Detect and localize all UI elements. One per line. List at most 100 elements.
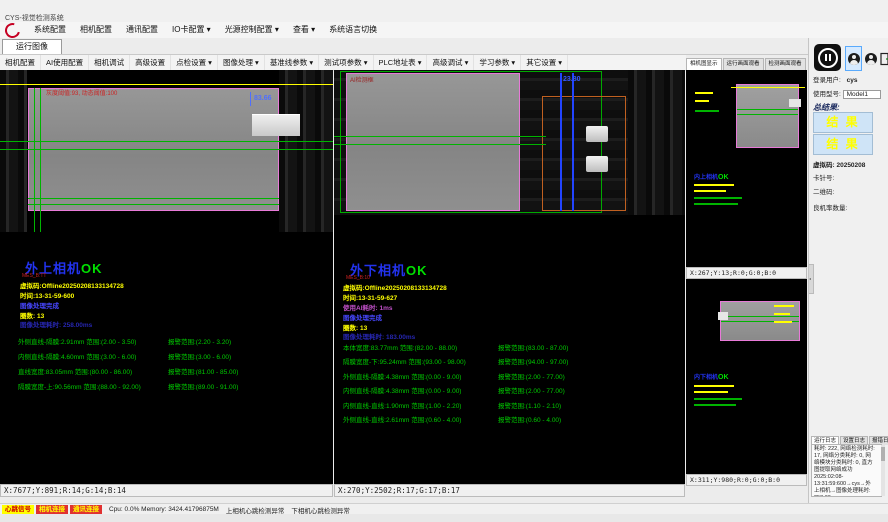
measurement-text: 本体宽度:83.77mm 范围:(82.00 - 88.00): [343, 342, 457, 352]
measurement-text: 外侧直线-隔膜:4.38mm 范围:(0.00 - 9.00): [343, 371, 461, 381]
tool-other-settings[interactable]: 其它设置 ▾: [521, 55, 568, 70]
barcode-row: 虚拟码: 20250208: [813, 159, 865, 169]
tab-detect-view[interactable]: 检测画面观看: [765, 58, 806, 70]
model-select[interactable]: Model1: [843, 90, 881, 99]
ai-box-label: AI检测框: [350, 75, 374, 84]
menu-language-switch[interactable]: 系统语言切换: [322, 22, 384, 38]
image-right-band: [628, 70, 685, 215]
alarm-range: 报警范围:(2.00 - 77.00): [498, 371, 565, 381]
tool-advanced-debug[interactable]: 高级调试 ▾: [427, 55, 474, 70]
time-line: 时间:13-31-59-627: [343, 292, 397, 302]
camera-image-lower[interactable]: AI检测框 23.80: [334, 70, 685, 215]
elapsed-line: 图像处理耗时: 258.00ms: [20, 319, 92, 329]
toolbar: 相机配置 AI使用配置 相机调试 高级设置 点检设置 ▾ 图像处理 ▾ 基准线参…: [0, 55, 686, 71]
annotation-mark: [694, 404, 736, 406]
measurement-text: 内侧直线-隔膜:4.60mm 范围:(3.00 - 6.00): [18, 351, 136, 361]
log-scrollbar[interactable]: [881, 445, 885, 496]
overlay-green-vline: [40, 88, 41, 232]
ai-time-line: 使用AI耗时: 1ms: [343, 302, 392, 312]
alarm-range: 报警范围:(2.00 - 77.00): [498, 385, 565, 395]
exit-button[interactable]: [878, 46, 888, 71]
qr-code-label: 二维码:: [813, 186, 834, 196]
alarm-range: 报警范围:(0.60 - 4.00): [498, 414, 561, 424]
menu-system-config[interactable]: 系统配置: [27, 22, 73, 38]
pause-button[interactable]: [814, 44, 841, 71]
alarm-range: 报警范围:(89.00 - 91.00): [168, 381, 238, 391]
overlay-green-line: [334, 144, 546, 145]
menu-camera-config[interactable]: 相机配置: [73, 22, 119, 38]
menu-bar: 系统配置 相机配置 通讯配置 IO卡配置 ▾ 光源控制配置 ▾ 查看 ▾ 系统语…: [0, 22, 888, 38]
overlay-green-line: [28, 198, 279, 199]
measurement-text: 直线宽度:83.05mm 范围:(80.00 - 86.00): [18, 366, 132, 376]
tool-baseline-params[interactable]: 基准线参数 ▾: [265, 55, 319, 70]
image-right-band: [279, 70, 333, 232]
user-icon: [865, 53, 877, 65]
result-box-upper: 结 果: [813, 112, 873, 133]
time-line: 时间:13-31-59-600: [20, 290, 74, 300]
tool-camera-debug[interactable]: 相机调试: [89, 55, 130, 70]
operator-button[interactable]: [862, 46, 879, 71]
thumbnail-camera-1[interactable]: 内上相机OK: [686, 70, 807, 267]
login-user-value: cys: [847, 77, 858, 84]
threshold-label: 灰度阈值:93, 动态阈值:100: [46, 88, 117, 97]
tool-test-params[interactable]: 测试项参数 ▾: [319, 55, 373, 70]
tool-plc-address[interactable]: PLC地址表 ▾: [374, 55, 428, 70]
overlay-yellow-line: [731, 87, 805, 88]
thumb-tab-row: 相机图显示 运行画面观看 检测画面观看: [686, 55, 807, 70]
model-row: 使用型号: Model1: [813, 88, 881, 99]
annotation-mark: [694, 184, 734, 186]
connector-tab: [789, 99, 801, 107]
comm-connect-badge: 通讯连接: [70, 505, 102, 514]
process-line: 图像处理完成: [343, 312, 382, 322]
tab-run-image[interactable]: 运行图像: [2, 39, 62, 54]
annotation-mark: [694, 203, 738, 205]
tool-image-processing[interactable]: 图像处理 ▾: [218, 55, 265, 70]
tool-ai-config[interactable]: AI使用配置: [41, 55, 89, 70]
menu-io-config[interactable]: IO卡配置 ▾: [165, 22, 218, 38]
measurement-text: 内侧直线-直线:1.90mm 范围:(1.00 - 2.20): [343, 400, 461, 410]
log-output[interactable]: 耗时: 222, 网络检测耗时: 17, 网络分类耗时: 0, 网络模块分类耗时…: [811, 444, 882, 497]
scrollbar-thumb[interactable]: [881, 447, 885, 461]
annotation-mark: [694, 190, 726, 192]
app-window: CYS-视觉检测系统 系统配置 相机配置 通讯配置 IO卡配置 ▾ 光源控制配置…: [0, 0, 888, 522]
bottom-strip: [0, 514, 888, 522]
overlay-green-line: [737, 114, 798, 115]
tool-spot-check[interactable]: 点检设置 ▾: [171, 55, 218, 70]
collapse-handle[interactable]: ◂: [809, 264, 814, 294]
annotation-mark: [694, 385, 734, 387]
tool-camera-config[interactable]: 相机配置: [0, 55, 41, 70]
heartbeat-badge: 心跳信号: [2, 505, 34, 514]
thumbnail-camera-2[interactable]: 内下相机OK: [686, 279, 807, 474]
overlay-green-line: [334, 136, 546, 137]
tool-learning-params[interactable]: 学习参数 ▾: [474, 55, 521, 70]
login-user-row: 登录用户: cys: [813, 74, 857, 84]
alarm-range: 报警范围:(94.00 - 97.00): [498, 356, 568, 366]
menu-view[interactable]: 查看 ▾: [286, 22, 322, 38]
right-sidebar: 登录用户: cys 使用型号: Model1 总结果: 结 果 结 果 虚拟码:…: [808, 38, 888, 503]
camera-status: OK: [718, 374, 729, 381]
alarm-range: 报警范围:(1.10 - 2.10): [498, 400, 561, 410]
login-user-label: 登录用户:: [813, 77, 841, 84]
tool-advanced-settings[interactable]: 高级设置: [130, 55, 171, 70]
connector-tab: [718, 312, 728, 320]
mes-status: MES_B:10: [346, 275, 370, 281]
pixel-coordinate-bar: X:7677;Y:891;R:14;G:14;B:14: [0, 484, 333, 497]
overlay-blue-mark: [250, 92, 251, 106]
image-left-band: [0, 70, 27, 232]
overlay-blue-vline: [560, 73, 562, 211]
tab-run-view[interactable]: 运行画面观看: [723, 58, 764, 70]
user-button[interactable]: [845, 46, 862, 71]
menu-comm-config[interactable]: 通讯配置: [119, 22, 165, 38]
tab-camera-display[interactable]: 相机图显示: [686, 58, 722, 70]
pin-number-label: 卡针号:: [813, 172, 834, 182]
alarm-range: 报警范围:(81.00 - 85.00): [168, 366, 238, 376]
camera-image-upper[interactable]: 灰度阈值:93, 动态阈值:100 83.66: [0, 70, 333, 232]
menu-light-config[interactable]: 光源控制配置 ▾: [218, 22, 286, 38]
measurement-text: 内侧直线-隔膜:4.38mm 范围:(0.00 - 9.00): [343, 385, 461, 395]
exit-door-icon: [880, 52, 888, 66]
annotation-mark: [694, 197, 742, 199]
overlay-green-line: [0, 149, 333, 150]
yield-count-label: 良机率数量:: [813, 202, 847, 212]
user-icon: [848, 53, 860, 65]
annotation-mark: [774, 305, 794, 307]
